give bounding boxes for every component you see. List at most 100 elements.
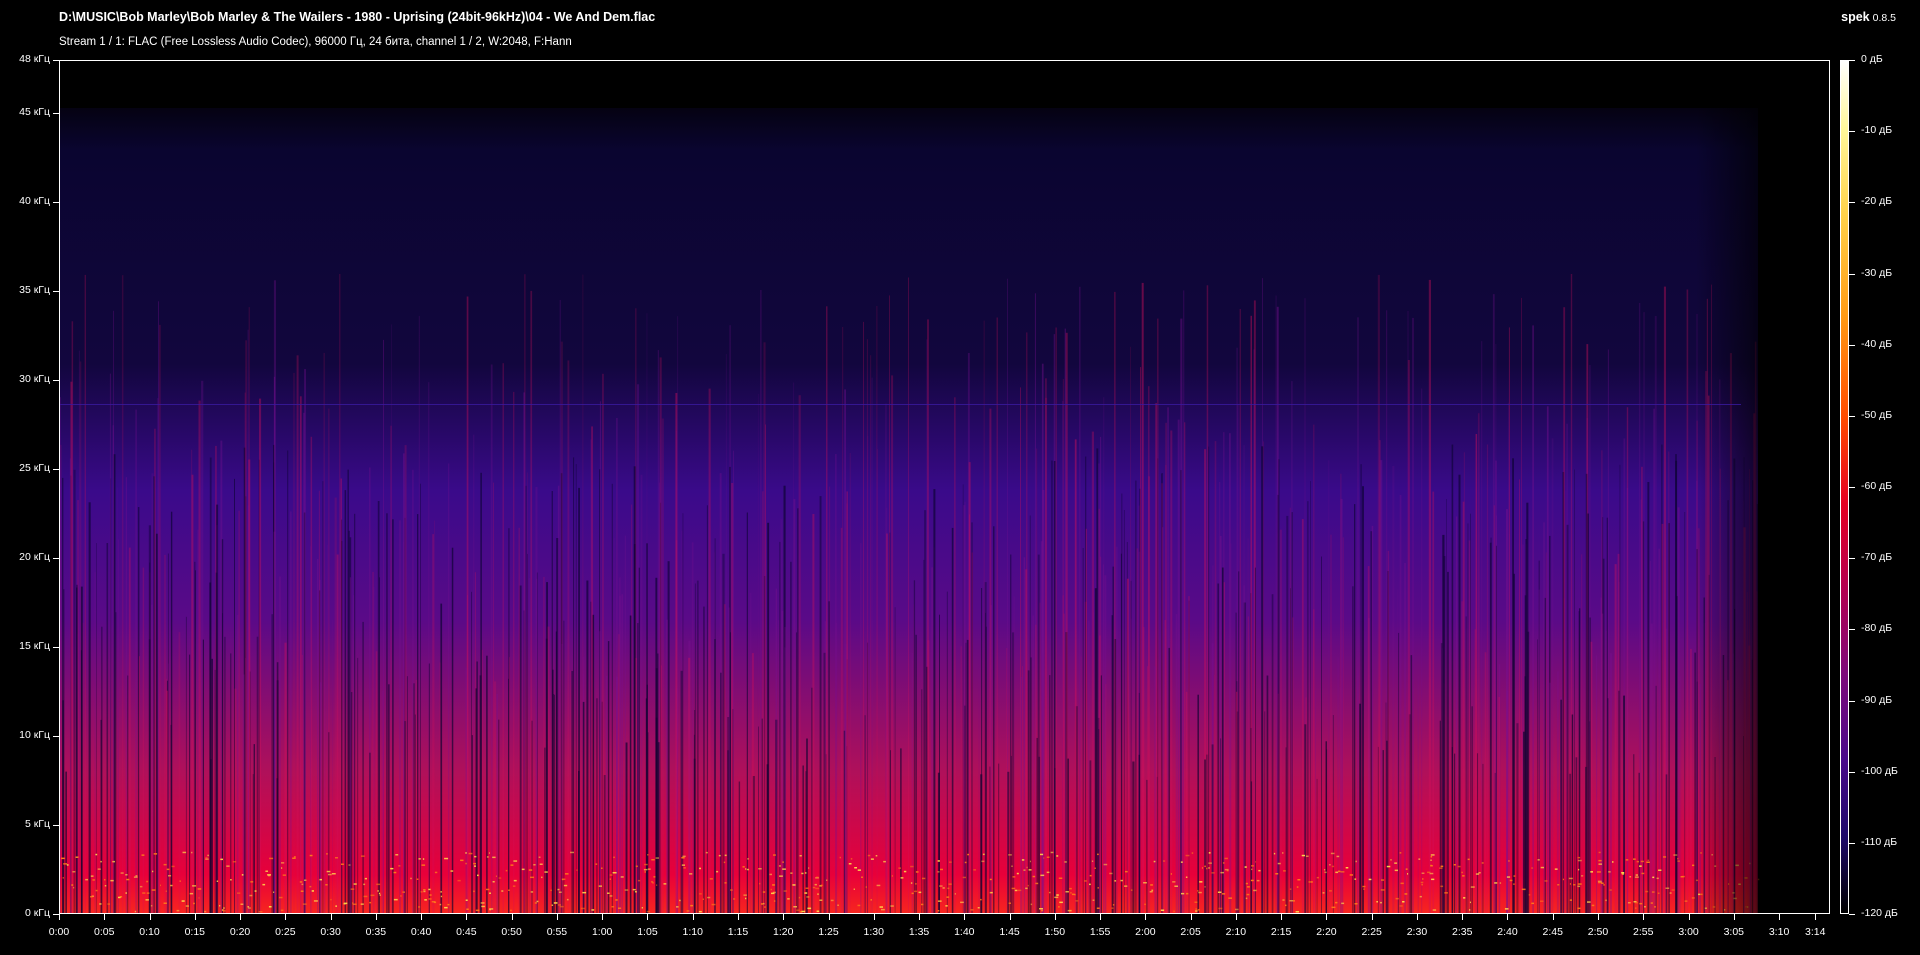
decibel-tick-label: -90 дБ bbox=[1861, 693, 1893, 706]
time-tick-label: 0:15 bbox=[184, 926, 205, 938]
decibel-tick bbox=[1849, 558, 1855, 559]
time-tick-label: 1:20 bbox=[773, 926, 794, 938]
time-tick bbox=[512, 914, 513, 920]
app-name: spek bbox=[1841, 10, 1870, 24]
time-tick bbox=[1055, 914, 1056, 920]
decibel-tick bbox=[1849, 274, 1855, 275]
time-tick bbox=[1191, 914, 1192, 920]
time-tick bbox=[647, 914, 648, 920]
time-tick-label: 3:10 bbox=[1768, 926, 1790, 938]
decibel-tick-label: -10 дБ bbox=[1861, 124, 1893, 137]
spectrogram-energy bbox=[60, 108, 1758, 913]
time-tick-label: 0:35 bbox=[365, 926, 387, 938]
decibel-tick bbox=[1849, 487, 1855, 488]
time-tick bbox=[693, 914, 694, 920]
time-tick bbox=[1643, 914, 1644, 920]
frequency-tick-label: 30 кГц bbox=[19, 373, 50, 386]
decibel-tick-label: -120 дБ bbox=[1861, 907, 1898, 919]
spectrogram-image bbox=[60, 61, 1829, 913]
frequency-tick bbox=[53, 380, 59, 381]
time-tick-label: 2:20 bbox=[1316, 926, 1337, 938]
time-tick bbox=[1734, 914, 1735, 920]
time-tick-label: 3:05 bbox=[1723, 926, 1745, 938]
frequency-tick-label: 0 кГц bbox=[24, 907, 50, 919]
time-tick bbox=[1010, 914, 1011, 920]
time-tick bbox=[376, 914, 377, 920]
time-tick-label: 0:45 bbox=[456, 926, 477, 938]
frequency-tick-label: 45 кГц bbox=[19, 106, 50, 119]
time-tick bbox=[1553, 914, 1554, 920]
time-tick bbox=[104, 914, 105, 920]
time-tick-label: 0:05 bbox=[94, 926, 115, 938]
time-tick bbox=[1598, 914, 1599, 920]
frequency-tick bbox=[53, 825, 59, 826]
time-tick bbox=[964, 914, 965, 920]
time-tick bbox=[331, 914, 332, 920]
decibel-tick-label: -100 дБ bbox=[1861, 764, 1898, 777]
time-tick bbox=[919, 914, 920, 920]
decibel-tick bbox=[1849, 629, 1855, 630]
app-version: 0.8.5 bbox=[1872, 12, 1896, 24]
spectrogram-plot[interactable] bbox=[59, 60, 1830, 914]
time-tick-label: 1:10 bbox=[682, 926, 703, 938]
decibel-color-scale bbox=[1840, 60, 1849, 914]
time-tick-label: 1:50 bbox=[1044, 926, 1066, 938]
time-tick-label: 1:00 bbox=[591, 926, 613, 938]
time-tick-label: 0:00 bbox=[48, 926, 70, 938]
frequency-tick bbox=[53, 469, 59, 470]
time-tick bbox=[1689, 914, 1690, 920]
time-tick bbox=[602, 914, 603, 920]
frequency-tick bbox=[53, 202, 59, 203]
time-tick bbox=[1779, 914, 1780, 920]
time-tick bbox=[1100, 914, 1101, 920]
decibel-tick-label: -40 дБ bbox=[1861, 337, 1893, 350]
decibel-tick bbox=[1849, 914, 1855, 915]
time-tick-label: 1:40 bbox=[954, 926, 975, 938]
time-tick bbox=[557, 914, 558, 920]
decibel-tick-label: -60 дБ bbox=[1861, 480, 1893, 492]
artifact-line bbox=[60, 404, 1741, 405]
frequency-tick-label: 40 кГц bbox=[19, 195, 50, 208]
frequency-tick bbox=[53, 60, 59, 61]
decibel-tick-label: -110 дБ bbox=[1861, 835, 1898, 848]
time-tick-label: 2:10 bbox=[1225, 926, 1247, 938]
time-tick-label: 2:30 bbox=[1406, 926, 1428, 938]
decibel-tick bbox=[1849, 772, 1855, 773]
decibel-tick-label: -20 дБ bbox=[1861, 195, 1893, 208]
frequency-tick-label: 35 кГц bbox=[19, 284, 50, 297]
time-tick-label: 2:50 bbox=[1587, 926, 1609, 938]
time-tick-label: 1:35 bbox=[908, 926, 930, 938]
time-tick bbox=[421, 914, 422, 920]
decibel-tick-label: -50 дБ bbox=[1861, 408, 1893, 421]
time-tick bbox=[874, 914, 875, 920]
frequency-tick bbox=[53, 647, 59, 648]
decibel-tick-label: 0 дБ bbox=[1861, 53, 1883, 65]
time-tick bbox=[240, 914, 241, 920]
time-tick bbox=[1281, 914, 1282, 920]
decibel-tick bbox=[1849, 345, 1855, 346]
time-tick-label: 1:15 bbox=[727, 926, 749, 938]
time-tick-label: 2:45 bbox=[1542, 926, 1563, 938]
time-tick-label: 2:05 bbox=[1180, 926, 1201, 938]
time-tick-label: 2:40 bbox=[1497, 926, 1518, 938]
frequency-tick-label: 20 кГц bbox=[19, 551, 50, 564]
frequency-tick-label: 5 кГц bbox=[24, 818, 50, 831]
decibel-tick-label: -80 дБ bbox=[1861, 622, 1893, 635]
frequency-tick bbox=[53, 291, 59, 292]
decibel-tick-label: -70 дБ bbox=[1861, 551, 1893, 564]
time-tick-label: 0:10 bbox=[139, 926, 160, 938]
time-tick bbox=[195, 914, 196, 920]
app-brand: spek 0.8.5 bbox=[1841, 10, 1896, 24]
decibel-tick bbox=[1849, 416, 1855, 417]
time-tick bbox=[829, 914, 830, 920]
time-tick-label: 1:30 bbox=[863, 926, 884, 938]
time-tick bbox=[1236, 914, 1237, 920]
time-tick-label: 0:20 bbox=[229, 926, 251, 938]
time-tick bbox=[738, 914, 739, 920]
time-tick bbox=[59, 914, 60, 920]
decibel-tick bbox=[1849, 60, 1855, 61]
time-tick bbox=[1417, 914, 1418, 920]
decibel-tick bbox=[1849, 701, 1855, 702]
time-tick-label: 1:55 bbox=[1089, 926, 1111, 938]
time-tick-label: 2:55 bbox=[1633, 926, 1654, 938]
